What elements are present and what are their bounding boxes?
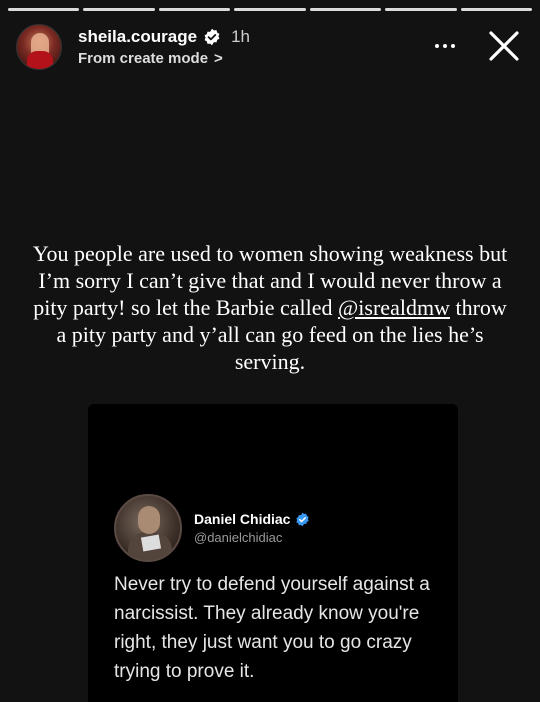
time-ago: 1h: [231, 27, 250, 46]
tweet-header: Daniel Chidiac @danielchidiac: [114, 494, 310, 562]
verified-badge-icon: [204, 28, 220, 46]
more-options-icon[interactable]: [430, 36, 460, 56]
story-meta: sheila.courage 1h From create mode >: [78, 27, 250, 67]
tweet-author-name: Daniel Chidiac: [194, 511, 291, 527]
story-progress-bar: [8, 8, 532, 11]
tweet-text: Never try to defend yourself against a n…: [114, 574, 430, 682]
verified-badge-icon: [296, 512, 310, 526]
progress-segment: [234, 8, 306, 11]
subtitle-label: From create mode: [78, 50, 209, 67]
tweet-avatar: [114, 494, 182, 562]
tweet-author-handle: @danielchidiac: [194, 530, 283, 545]
progress-segment: [460, 8, 532, 11]
story-caption: You people are used to women showing wea…: [30, 240, 510, 375]
close-icon[interactable]: [484, 26, 524, 66]
progress-segment: [309, 8, 382, 11]
progress-segment: [8, 8, 80, 11]
progress-segment: [83, 8, 155, 11]
chevron-right-icon: >: [214, 50, 223, 67]
story-header: sheila.courage 1h From create mode >: [16, 22, 524, 72]
create-mode-link[interactable]: From create mode >: [78, 50, 250, 67]
progress-segment: [385, 8, 457, 11]
avatar[interactable]: [16, 24, 62, 70]
shared-tweet-card[interactable]: Daniel Chidiac @danielchidiac Never try …: [88, 404, 458, 702]
username[interactable]: sheila.courage: [78, 27, 197, 47]
mention-link[interactable]: @isrealdmw: [338, 295, 450, 320]
progress-segment: [158, 8, 231, 11]
